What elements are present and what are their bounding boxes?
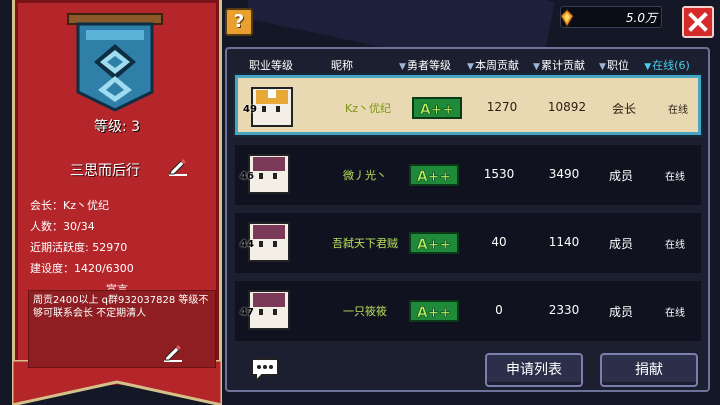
sort-arrow-icon: ▼ [644,62,652,72]
sort-arrow-icon: ▼ [467,62,474,72]
guild-leader: 会长：Kz丶优纪 [30,199,109,212]
member-nickname: 吾弑天下君贼 [332,237,398,250]
chat-icon[interactable] [248,355,282,385]
header-total[interactable]: ▼累计贡献 [527,57,591,73]
donate-button[interactable]: 捐献 [600,353,698,387]
gem-icon [560,9,574,27]
member-total-contribution: 2330 [548,303,580,317]
member-online-status: 在线 [665,308,685,319]
sort-arrow-icon: ▼ [599,62,606,72]
member-nickname: 微丿光丶 [343,169,387,182]
sort-arrow-icon: ▼ [399,62,406,72]
currency-value: 5.0万 [625,11,657,25]
header-online[interactable]: ▼在线(6) [637,57,697,73]
member-nickname: Kz丶优纪 [345,102,391,115]
header-week[interactable]: ▼本周贡献 [461,57,525,73]
table-header: 职业等级 昵称 ▼勇者等级 ▼本周贡献 ▼累计贡献 ▼职位 ▼在线(6) [227,53,712,73]
guild-banner: 等级: 3 三思而后行 会长：Kz丶优纪 人数：30/34 近期活跃度: 529… [12,0,222,405]
member-position: 会长 [611,102,636,116]
apply-list-button[interactable]: 申请列表 [485,353,583,387]
help-button[interactable]: ? [225,8,253,36]
declaration-box: 周贡2400以上 q群932037828 等级不够可联系会长 不定期清人 [28,290,216,368]
grade-badge-icon: A++ [409,164,459,186]
close-icon [688,12,708,32]
grade-badge-icon: A++ [409,300,459,322]
member-row[interactable]: 44 吾弑天下君贼 A++ 40 1140 成员 在线 [235,213,701,273]
header-position[interactable]: ▼职位 [593,57,635,73]
svg-text:A++: A++ [417,305,451,321]
member-position: 成员 [608,169,633,183]
header-rank: 职业等级 [249,59,293,72]
header-hero-level[interactable]: ▼勇者等级 [393,57,457,73]
member-week-contribution: 1270 [486,100,518,114]
member-week-contribution: 0 [495,303,503,317]
grade-badge-icon: A++ [409,232,459,254]
member-level: 46 [240,171,254,182]
member-row[interactable]: 46 微丿光丶 A++ 1530 3490 成员 在线 [235,145,701,205]
member-level: 44 [240,239,254,250]
member-online-status: 在线 [665,172,685,183]
member-week-contribution: 1530 [483,167,515,181]
guild-info: 会长：Kz丶优纪 人数：30/34 近期活跃度: 52970 建设度：1420/… [30,195,134,279]
member-total-contribution: 1140 [548,235,580,249]
member-position: 成员 [608,237,633,251]
svg-text:A++: A++ [417,169,451,185]
svg-text:A++: A++ [420,102,454,118]
member-position: 成员 [608,305,633,319]
guild-name: 三思而后行 [70,163,140,179]
member-panel: 职业等级 昵称 ▼勇者等级 ▼本周贡献 ▼累计贡献 ▼职位 ▼在线(6) 49 K… [225,47,710,392]
grade-badge-icon: A++ [412,97,462,119]
member-total-contribution: 10892 [547,100,587,114]
member-nickname: 一只筱筱 [343,305,387,318]
guild-emblem-icon [67,13,163,112]
member-level: 49 [243,104,257,115]
svg-text:A++: A++ [417,237,451,253]
declaration-text: 周贡2400以上 q群932037828 等级不够可联系会长 不定期清人 [33,295,209,319]
edit-name-icon[interactable] [167,156,189,178]
header-nickname: 昵称 [331,59,353,72]
member-total-contribution: 3490 [548,167,580,181]
guild-activity: 近期活跃度: 52970 [30,241,128,254]
member-level: 47 [240,307,254,318]
member-week-contribution: 40 [491,235,507,249]
member-row[interactable]: 49 Kz丶优纪 A++ 1270 10892 会长 在线 [235,75,701,135]
close-button[interactable] [682,6,714,38]
guild-construction: 建设度：1420/6300 [30,262,134,275]
member-online-status: 在线 [668,105,688,116]
member-online-status: 在线 [665,240,685,251]
member-row[interactable]: 47 一只筱筱 A++ 0 2330 成员 在线 [235,281,701,341]
guild-members: 人数：30/34 [30,220,95,233]
edit-declaration-icon[interactable] [162,342,184,364]
sort-arrow-icon: ▼ [533,62,540,72]
currency-display: 5.0万 [560,6,662,28]
guild-level: 等级: 3 [93,119,141,135]
